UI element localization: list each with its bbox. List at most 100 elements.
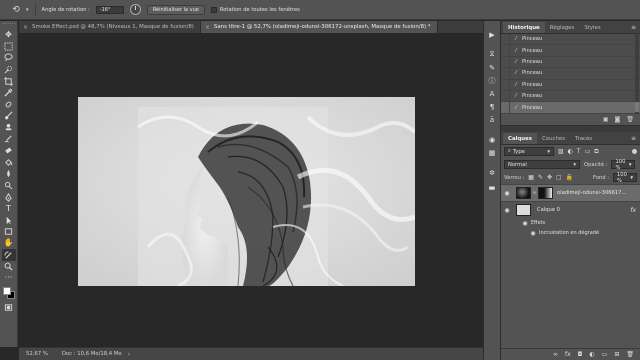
document-canvas[interactable] bbox=[78, 97, 415, 286]
blend-mode-select[interactable]: Normal ▾ bbox=[504, 160, 580, 169]
history-item[interactable]: ⁄ Pinceau bbox=[501, 56, 640, 69]
filter-adjustment-icon[interactable]: ◐ bbox=[568, 148, 573, 156]
trash-icon[interactable]: 🗑 bbox=[626, 116, 634, 123]
rotation-dial[interactable] bbox=[129, 4, 141, 15]
rotation-angle-input[interactable] bbox=[95, 5, 124, 14]
layer-effects-fx-icon[interactable]: fx bbox=[630, 207, 636, 214]
swatches-panel-icon[interactable]: ▦ bbox=[486, 147, 498, 158]
close-tab-icon[interactable]: × bbox=[205, 24, 210, 31]
lasso-tool-icon[interactable] bbox=[2, 52, 16, 64]
type-tool-icon[interactable]: T bbox=[2, 203, 16, 215]
lock-position-icon[interactable]: ✥ bbox=[547, 174, 552, 181]
tool-preset-caret-icon[interactable]: ▾ bbox=[26, 7, 29, 13]
navigator-panel-icon[interactable]: ✲ bbox=[486, 167, 498, 178]
lock-pixels-icon[interactable]: ✎ bbox=[538, 174, 543, 181]
zoom-tool-icon[interactable] bbox=[2, 261, 16, 273]
toolbar-grip[interactable] bbox=[2, 23, 15, 26]
filter-smart-object-icon[interactable]: ⧉ bbox=[594, 148, 598, 156]
trash-icon[interactable]: 🗑 bbox=[626, 351, 634, 358]
rotate-view-tool-icon[interactable]: ⟲ bbox=[8, 4, 24, 16]
filter-toggle[interactable] bbox=[632, 149, 637, 154]
history-item[interactable]: ⁄ Pinceau bbox=[501, 79, 640, 91]
quick-mask-icon[interactable] bbox=[2, 302, 16, 314]
panel-menu-icon[interactable]: ≡ bbox=[631, 135, 636, 142]
tab-smoke-effect[interactable]: × Smoke Effect.psd @ 48,7% (Niveaux 1, M… bbox=[19, 21, 201, 33]
play-action-icon[interactable]: ▶ bbox=[486, 29, 498, 40]
new-adjustment-layer-icon[interactable]: ◐ bbox=[589, 351, 594, 358]
lock-transparency-icon[interactable]: ▦ bbox=[528, 174, 534, 181]
hand-tool-icon[interactable]: ✋ bbox=[2, 238, 16, 250]
effects-row[interactable]: ◉ Effets bbox=[501, 218, 640, 228]
crop-tool-icon[interactable] bbox=[2, 75, 16, 87]
dodge-tool-icon[interactable] bbox=[2, 180, 16, 192]
marquee-tool-icon[interactable] bbox=[2, 41, 16, 53]
lock-all-icon[interactable]: 🔒 bbox=[566, 174, 573, 181]
info-panel-icon[interactable]: ⓘ bbox=[486, 75, 498, 86]
tab-calques[interactable]: Calques bbox=[503, 133, 538, 144]
canvas-workspace[interactable] bbox=[19, 33, 483, 345]
color-panel-icon[interactable]: ◉ bbox=[486, 134, 498, 145]
add-mask-icon[interactable]: ◘ bbox=[578, 351, 583, 358]
blur-tool-icon[interactable] bbox=[2, 168, 16, 180]
visibility-eye-icon[interactable]: ◉ bbox=[501, 207, 513, 214]
link-layers-icon[interactable]: ∞ bbox=[553, 351, 558, 358]
filter-pixel-icon[interactable]: ▨ bbox=[558, 148, 564, 156]
more-tools-icon[interactable]: ··· bbox=[2, 272, 16, 284]
gradient-overlay-effect-row[interactable]: ◉ Incrustation en dégradé bbox=[501, 228, 640, 238]
close-tab-icon[interactable]: × bbox=[23, 24, 28, 31]
new-document-from-state-icon[interactable]: ▣ bbox=[603, 116, 609, 123]
layer-filter-select[interactable]: ⌕ Type ▾ bbox=[504, 147, 554, 156]
path-selection-tool-icon[interactable] bbox=[2, 215, 16, 227]
tab-reglages[interactable]: Réglages bbox=[545, 22, 580, 33]
layer-mask-thumbnail[interactable] bbox=[538, 187, 553, 199]
move-tool-icon[interactable]: ✥ bbox=[2, 29, 16, 41]
effects-eye-icon[interactable]: ◉ bbox=[519, 220, 531, 227]
history-scroll-thumb[interactable] bbox=[635, 102, 639, 112]
lock-artboard-icon[interactable]: ▢ bbox=[556, 174, 562, 181]
history-brush-tool-icon[interactable] bbox=[2, 133, 16, 145]
chain-link-icon[interactable]: ∞ bbox=[531, 190, 538, 196]
histogram-panel-icon[interactable]: ▃ bbox=[486, 180, 498, 191]
history-item[interactable]: ⁄ Pinceau bbox=[501, 45, 640, 57]
layer-row-calque-0[interactable]: ◉ Calque 0 fx bbox=[501, 201, 640, 218]
rotate-all-windows-checkbox[interactable] bbox=[210, 6, 217, 13]
filter-shape-icon[interactable]: ▭ bbox=[585, 148, 591, 156]
color-swatches[interactable] bbox=[2, 286, 16, 302]
opacity-input[interactable]: 100 % ▾ bbox=[611, 159, 636, 171]
history-panel-icon[interactable]: ⧖ bbox=[486, 49, 498, 60]
tab-historique[interactable]: Historique bbox=[503, 22, 545, 33]
new-group-icon[interactable]: ▭ bbox=[602, 351, 608, 358]
tab-couches[interactable]: Couches bbox=[537, 133, 570, 144]
history-item[interactable]: ⁄ Pinceau bbox=[501, 68, 640, 80]
reset-view-button[interactable]: Réinitialiser la vue bbox=[146, 4, 205, 15]
panel-menu-icon[interactable]: ≡ bbox=[631, 24, 636, 31]
gradient-tool-icon[interactable] bbox=[2, 157, 16, 169]
snapshot-camera-icon[interactable]: ◙ bbox=[615, 116, 621, 123]
tab-styles[interactable]: Styles bbox=[579, 22, 605, 33]
history-item-current[interactable]: ⁄ Pinceau bbox=[501, 102, 640, 114]
new-layer-icon[interactable]: ⊞ bbox=[614, 351, 619, 358]
history-item[interactable]: ⁄ Pinceau bbox=[501, 34, 640, 46]
healing-brush-tool-icon[interactable] bbox=[2, 99, 16, 111]
layer-name[interactable]: Calque 0 bbox=[537, 207, 560, 213]
fill-input[interactable]: 100 % ▾ bbox=[613, 172, 637, 184]
zoom-level[interactable]: 52,67 % bbox=[26, 351, 48, 357]
visibility-eye-icon[interactable]: ◉ bbox=[501, 190, 513, 197]
tab-sans-titre[interactable]: × Sans titre-1 @ 52,7% (oladimeji-odunsi… bbox=[200, 21, 438, 33]
eyedropper-tool-icon[interactable] bbox=[2, 87, 16, 99]
brush-presets-icon[interactable]: ✎ bbox=[486, 62, 498, 73]
glyphs-panel-icon[interactable]: ā bbox=[486, 114, 498, 125]
rotate-all-windows-option[interactable]: Rotation de toutes les fenêtres bbox=[210, 6, 300, 13]
layer-name[interactable]: oladimeji-odunsi-306617... bbox=[557, 190, 626, 196]
tab-traces[interactable]: Tracés bbox=[570, 133, 597, 144]
history-item[interactable]: ⁄ Pinceau bbox=[501, 90, 640, 103]
status-menu-arrow-icon[interactable]: › bbox=[128, 351, 130, 358]
eraser-tool-icon[interactable] bbox=[2, 145, 16, 157]
filter-type-icon[interactable]: T bbox=[577, 148, 581, 156]
clone-stamp-tool-icon[interactable] bbox=[2, 122, 16, 134]
rectangle-tool-icon[interactable] bbox=[2, 226, 16, 238]
effect-eye-icon[interactable]: ◉ bbox=[527, 230, 539, 237]
layer-row-photo[interactable]: ◉ ∞ oladimeji-odunsi-306617... bbox=[501, 184, 640, 201]
pen-tool-icon[interactable] bbox=[2, 191, 16, 203]
brush-tool-icon[interactable] bbox=[2, 110, 16, 122]
